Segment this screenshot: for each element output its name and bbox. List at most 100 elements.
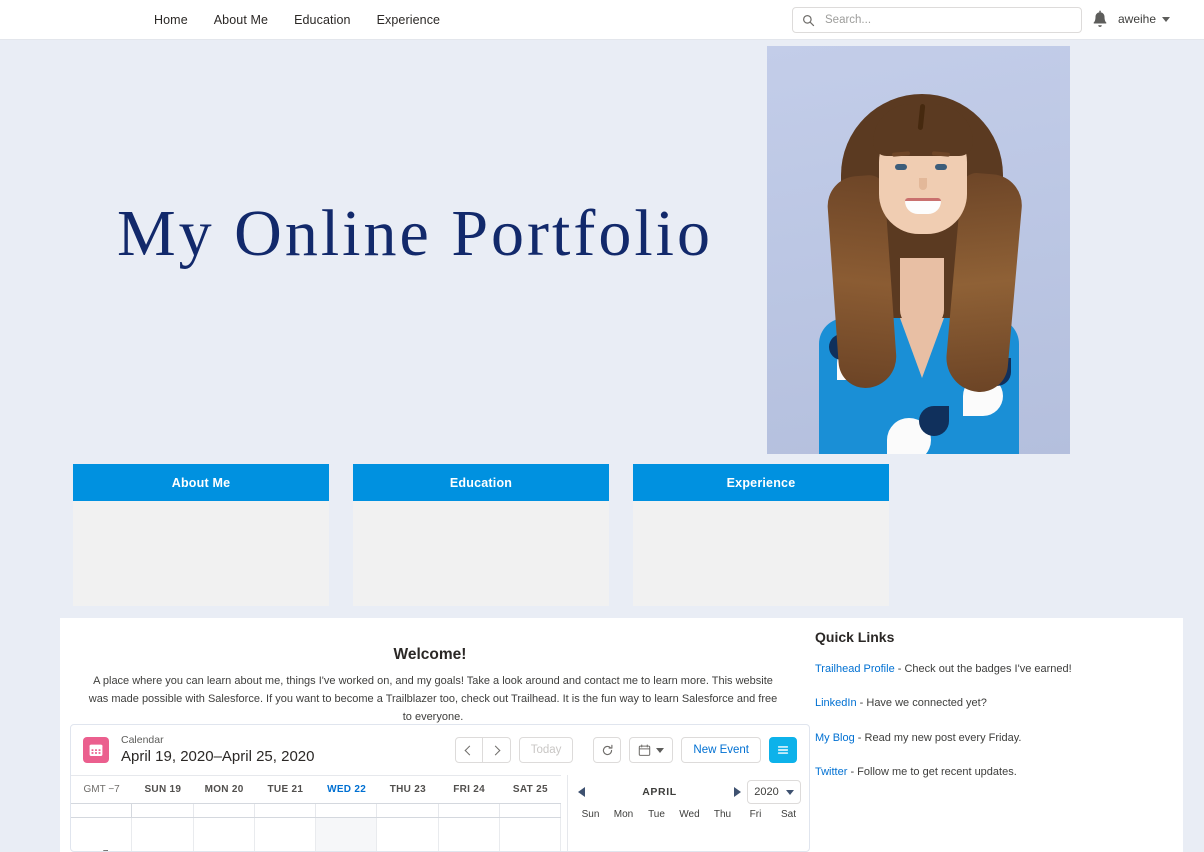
quick-link-anchor[interactable]: My Blog	[815, 732, 855, 744]
calendar-prev-button[interactable]	[454, 737, 483, 763]
mini-calendar: APRIL 2020 Sun Mon Tue Wed Thu Fri Sat	[567, 775, 809, 851]
calendar-cell[interactable]	[194, 818, 255, 851]
quick-links-section: Quick Links Trailhead Profile - Check ou…	[815, 629, 1165, 799]
nav-item-home[interactable]: Home	[154, 13, 188, 27]
calendar-day-header-fri[interactable]: FRI 24	[439, 784, 500, 795]
mini-calendar-next-icon[interactable]	[734, 787, 741, 797]
notifications-button[interactable]	[1091, 10, 1109, 30]
calendar-cell[interactable]	[500, 818, 561, 851]
chevron-down-icon	[785, 789, 794, 795]
card-header[interactable]: Experience	[633, 464, 889, 501]
quick-links-heading: Quick Links	[815, 629, 895, 645]
portrait-nose	[919, 178, 927, 190]
calendar-next-button[interactable]	[482, 737, 511, 763]
calendar-day-header-wed[interactable]: WED 22	[316, 784, 377, 795]
search-box[interactable]	[792, 7, 1082, 33]
mini-calendar-dow-fri: Fri	[749, 809, 762, 820]
calendar-menu-button[interactable]	[769, 737, 797, 763]
quick-link-anchor[interactable]: Trailhead Profile	[815, 663, 895, 675]
calendar-today-button[interactable]: Today	[518, 737, 574, 763]
calendar-cell[interactable]	[377, 818, 439, 851]
all-day-cell[interactable]	[377, 804, 439, 817]
calendar-day-header-thu[interactable]: THU 23	[377, 784, 438, 795]
all-day-cell[interactable]	[500, 804, 561, 817]
calendar-refresh-button[interactable]	[593, 737, 622, 763]
top-header-bar: Home About Me Education Experience aweih…	[0, 0, 1204, 40]
mini-calendar-month-label: APRIL	[642, 786, 677, 798]
quick-link-item-blog: My Blog - Read my new post every Friday.	[815, 731, 1165, 745]
portrait-flower-dark	[919, 406, 949, 436]
calendar-day-header-mon[interactable]: MON 20	[194, 784, 255, 795]
hamburger-icon	[777, 746, 789, 754]
nav-item-experience[interactable]: Experience	[377, 13, 441, 27]
card-header[interactable]: About Me	[73, 464, 329, 501]
all-day-cell[interactable]	[255, 804, 316, 817]
search-icon	[803, 14, 815, 26]
quick-link-item-trailhead: Trailhead Profile - Check out the badges…	[815, 662, 1165, 676]
search-input[interactable]	[825, 14, 1073, 26]
all-day-gutter	[71, 804, 133, 817]
calendar-cell[interactable]	[439, 818, 500, 851]
card-body	[633, 501, 889, 606]
quick-link-description: - Follow me to get recent updates.	[847, 765, 1017, 778]
mini-calendar-year-select[interactable]: 2020	[747, 780, 801, 804]
page-title: My Online Portfolio	[117, 197, 713, 270]
chevron-down-icon	[656, 747, 665, 753]
quick-link-anchor[interactable]: LinkedIn	[815, 697, 857, 709]
chevron-left-icon	[464, 745, 475, 755]
calendar-day-header-sat[interactable]: SAT 25	[500, 784, 561, 795]
mini-calendar-dow-sat: Sat	[780, 809, 796, 820]
calendar-titles: Calendar April 19, 2020–April 25, 2020	[121, 734, 314, 767]
calendar-cell[interactable]	[132, 818, 194, 851]
card-body	[353, 501, 609, 606]
quick-link-item-linkedin: LinkedIn - Have we connected yet?	[815, 696, 1165, 710]
refresh-icon	[602, 744, 613, 755]
all-day-cell[interactable]	[194, 804, 255, 817]
all-day-cell[interactable]	[316, 804, 378, 817]
calendar-day-header-tue[interactable]: TUE 21	[255, 784, 316, 795]
calendar-nav-group	[454, 737, 511, 763]
welcome-body-text: A place where you can learn about me, th…	[88, 675, 778, 724]
mini-calendar-dow-wed: Wed	[679, 809, 700, 820]
main-navigation: Home About Me Education Experience	[154, 13, 440, 27]
calendar-cell[interactable]	[255, 818, 316, 851]
calendar-time-gutter: 7am	[71, 818, 133, 851]
portrait-smile	[905, 198, 941, 214]
card-body	[73, 501, 329, 606]
mini-calendar-prev-icon[interactable]	[578, 787, 585, 797]
quick-link-anchor[interactable]: Twitter	[815, 766, 847, 778]
mini-calendar-dow-sun: Sun	[581, 809, 600, 820]
mini-calendar-dow-tue: Tue	[648, 809, 665, 820]
calendar-all-day-row	[71, 803, 561, 818]
card-experience[interactable]: Experience	[633, 464, 889, 606]
calendar-day-header-sun[interactable]: SUN 19	[132, 784, 193, 795]
bell-icon	[1093, 10, 1107, 27]
all-day-cell[interactable]	[439, 804, 500, 817]
quick-link-item-twitter: Twitter - Follow me to get recent update…	[815, 765, 1165, 779]
calendar-widget: Calendar April 19, 2020–April 25, 2020 T…	[70, 724, 810, 852]
new-event-button[interactable]: New Event	[681, 737, 761, 763]
nav-item-about-me[interactable]: About Me	[214, 13, 268, 27]
quick-link-description: - Read my new post every Friday.	[854, 731, 1022, 744]
calendar-cell-today[interactable]	[316, 818, 378, 851]
user-menu[interactable]: aweihe	[1118, 12, 1171, 26]
nav-item-education[interactable]: Education	[294, 13, 351, 27]
calendar-hour-row: 7am	[71, 818, 561, 851]
chevron-right-icon	[490, 745, 501, 755]
calendar-view-picker-button[interactable]	[629, 737, 674, 763]
chevron-down-icon	[1162, 16, 1171, 22]
mini-calendar-header: APRIL 2020	[568, 775, 809, 809]
all-day-cell[interactable]	[132, 804, 194, 817]
card-education[interactable]: Education	[353, 464, 609, 606]
card-about-me[interactable]: About Me	[73, 464, 329, 606]
card-header[interactable]: Education	[353, 464, 609, 501]
calendar-day-headers: GMT −7 SUN 19 MON 20 TUE 21 WED 22 THU 2…	[71, 775, 561, 803]
calendar-header: Calendar April 19, 2020–April 25, 2020 T…	[71, 725, 809, 775]
portrait-eye-right	[935, 164, 947, 170]
calendar-glyph-icon	[89, 744, 103, 756]
mini-calendar-weekday-row: Sun Mon Tue Wed Thu Fri Sat	[568, 809, 809, 820]
portrait-eye-left	[895, 164, 907, 170]
main-content-panel: Welcome! A place where you can learn abo…	[60, 618, 1183, 852]
portrait-photo	[767, 46, 1070, 454]
welcome-heading: Welcome!	[393, 646, 467, 663]
